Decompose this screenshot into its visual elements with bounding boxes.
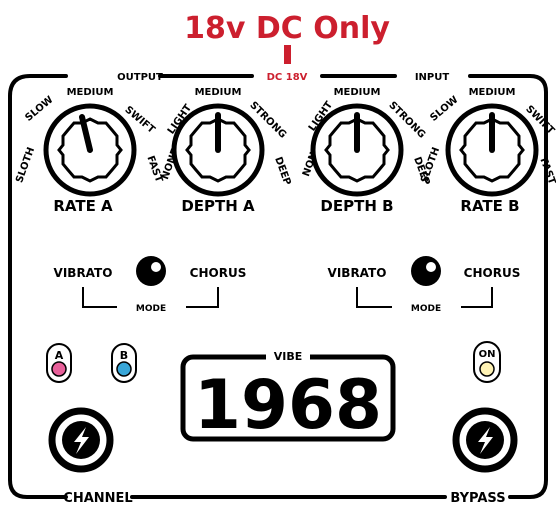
led-a-lamp [51, 361, 67, 377]
mode-switch-b: VIBRATO CHORUS MODE [328, 256, 521, 314]
led-on-label: ON [479, 349, 496, 360]
scale-top: MEDIUM [334, 87, 381, 98]
led-b-label: B [120, 349, 128, 362]
led-a: A [46, 343, 72, 383]
input-jack-label: INPUT [415, 72, 450, 83]
mode-a-toggle-body [136, 256, 166, 286]
scale-right: FAST [537, 156, 556, 186]
mode-b-toggle-body [411, 256, 441, 286]
display-title: 1968 [194, 366, 382, 445]
pedal-graphic: 18v DC Only OUTPUT DC 18V INPUT SLOTH SL… [8, 11, 556, 506]
scale-upper-left: SLOW [23, 94, 55, 123]
led-on: ON [473, 341, 501, 383]
channel-footswitch[interactable] [48, 407, 114, 473]
scale-top: MEDIUM [469, 87, 516, 98]
bypass-label: BYPASS [450, 491, 505, 506]
dc-jack-marker [284, 45, 291, 64]
led-a-label: A [55, 349, 64, 362]
led-b: B [111, 343, 137, 383]
dc-jack-label: DC 18V [267, 72, 308, 83]
scale-right: DEEP [272, 155, 292, 186]
mode-a-toggle-lever [151, 262, 161, 272]
mode-a-right-label: CHORUS [190, 266, 247, 280]
mode-a-caption: MODE [136, 304, 166, 314]
knob-rate-b[interactable]: SLOTH SLOW MEDIUM SWIFT FAST RATE B [419, 87, 556, 215]
knob-rate-a-label: RATE A [53, 197, 113, 215]
mode-b-right-label: CHORUS [464, 266, 521, 280]
mode-b-toggle[interactable] [411, 256, 441, 286]
knob-depth-b-label: DEPTH B [320, 197, 393, 215]
mode-b-left-label: VIBRATO [328, 266, 387, 280]
vibe-1968-display: VIBE 1968 [180, 350, 396, 445]
scale-top: MEDIUM [195, 87, 242, 98]
scale-right: FAST [144, 154, 164, 184]
knob-rate-b-label: RATE B [460, 197, 519, 215]
led-on-lamp [479, 361, 495, 377]
power-label: 18v DC Only [184, 11, 390, 46]
mode-b-caption: MODE [411, 304, 441, 314]
mode-switch-a: VIBRATO CHORUS MODE [54, 256, 247, 314]
knob-depth-a[interactable]: NONE LIGHT MEDIUM STRONG DEEP DEPTH A [160, 87, 293, 215]
scale-upper-left: SLOW [428, 94, 460, 123]
led-b-lamp [116, 361, 132, 377]
display-caption: VIBE [274, 350, 303, 363]
knob-depth-a-label: DEPTH A [181, 197, 255, 215]
channel-label: CHANNEL [63, 491, 132, 506]
knob-rate-a[interactable]: SLOTH SLOW MEDIUM SWIFT FAST RATE A [14, 87, 164, 215]
knob-depth-b[interactable]: NONE LIGHT MEDIUM STRONG DEEP DEPTH B [301, 87, 432, 215]
scale-top: MEDIUM [67, 87, 114, 98]
mode-b-toggle-lever [426, 262, 436, 272]
scale-left: SLOTH [14, 146, 37, 184]
mode-a-left-label: VIBRATO [54, 266, 113, 280]
output-jack-label: OUTPUT [117, 72, 163, 83]
mode-a-toggle[interactable] [136, 256, 166, 286]
bypass-footswitch[interactable] [452, 407, 518, 473]
